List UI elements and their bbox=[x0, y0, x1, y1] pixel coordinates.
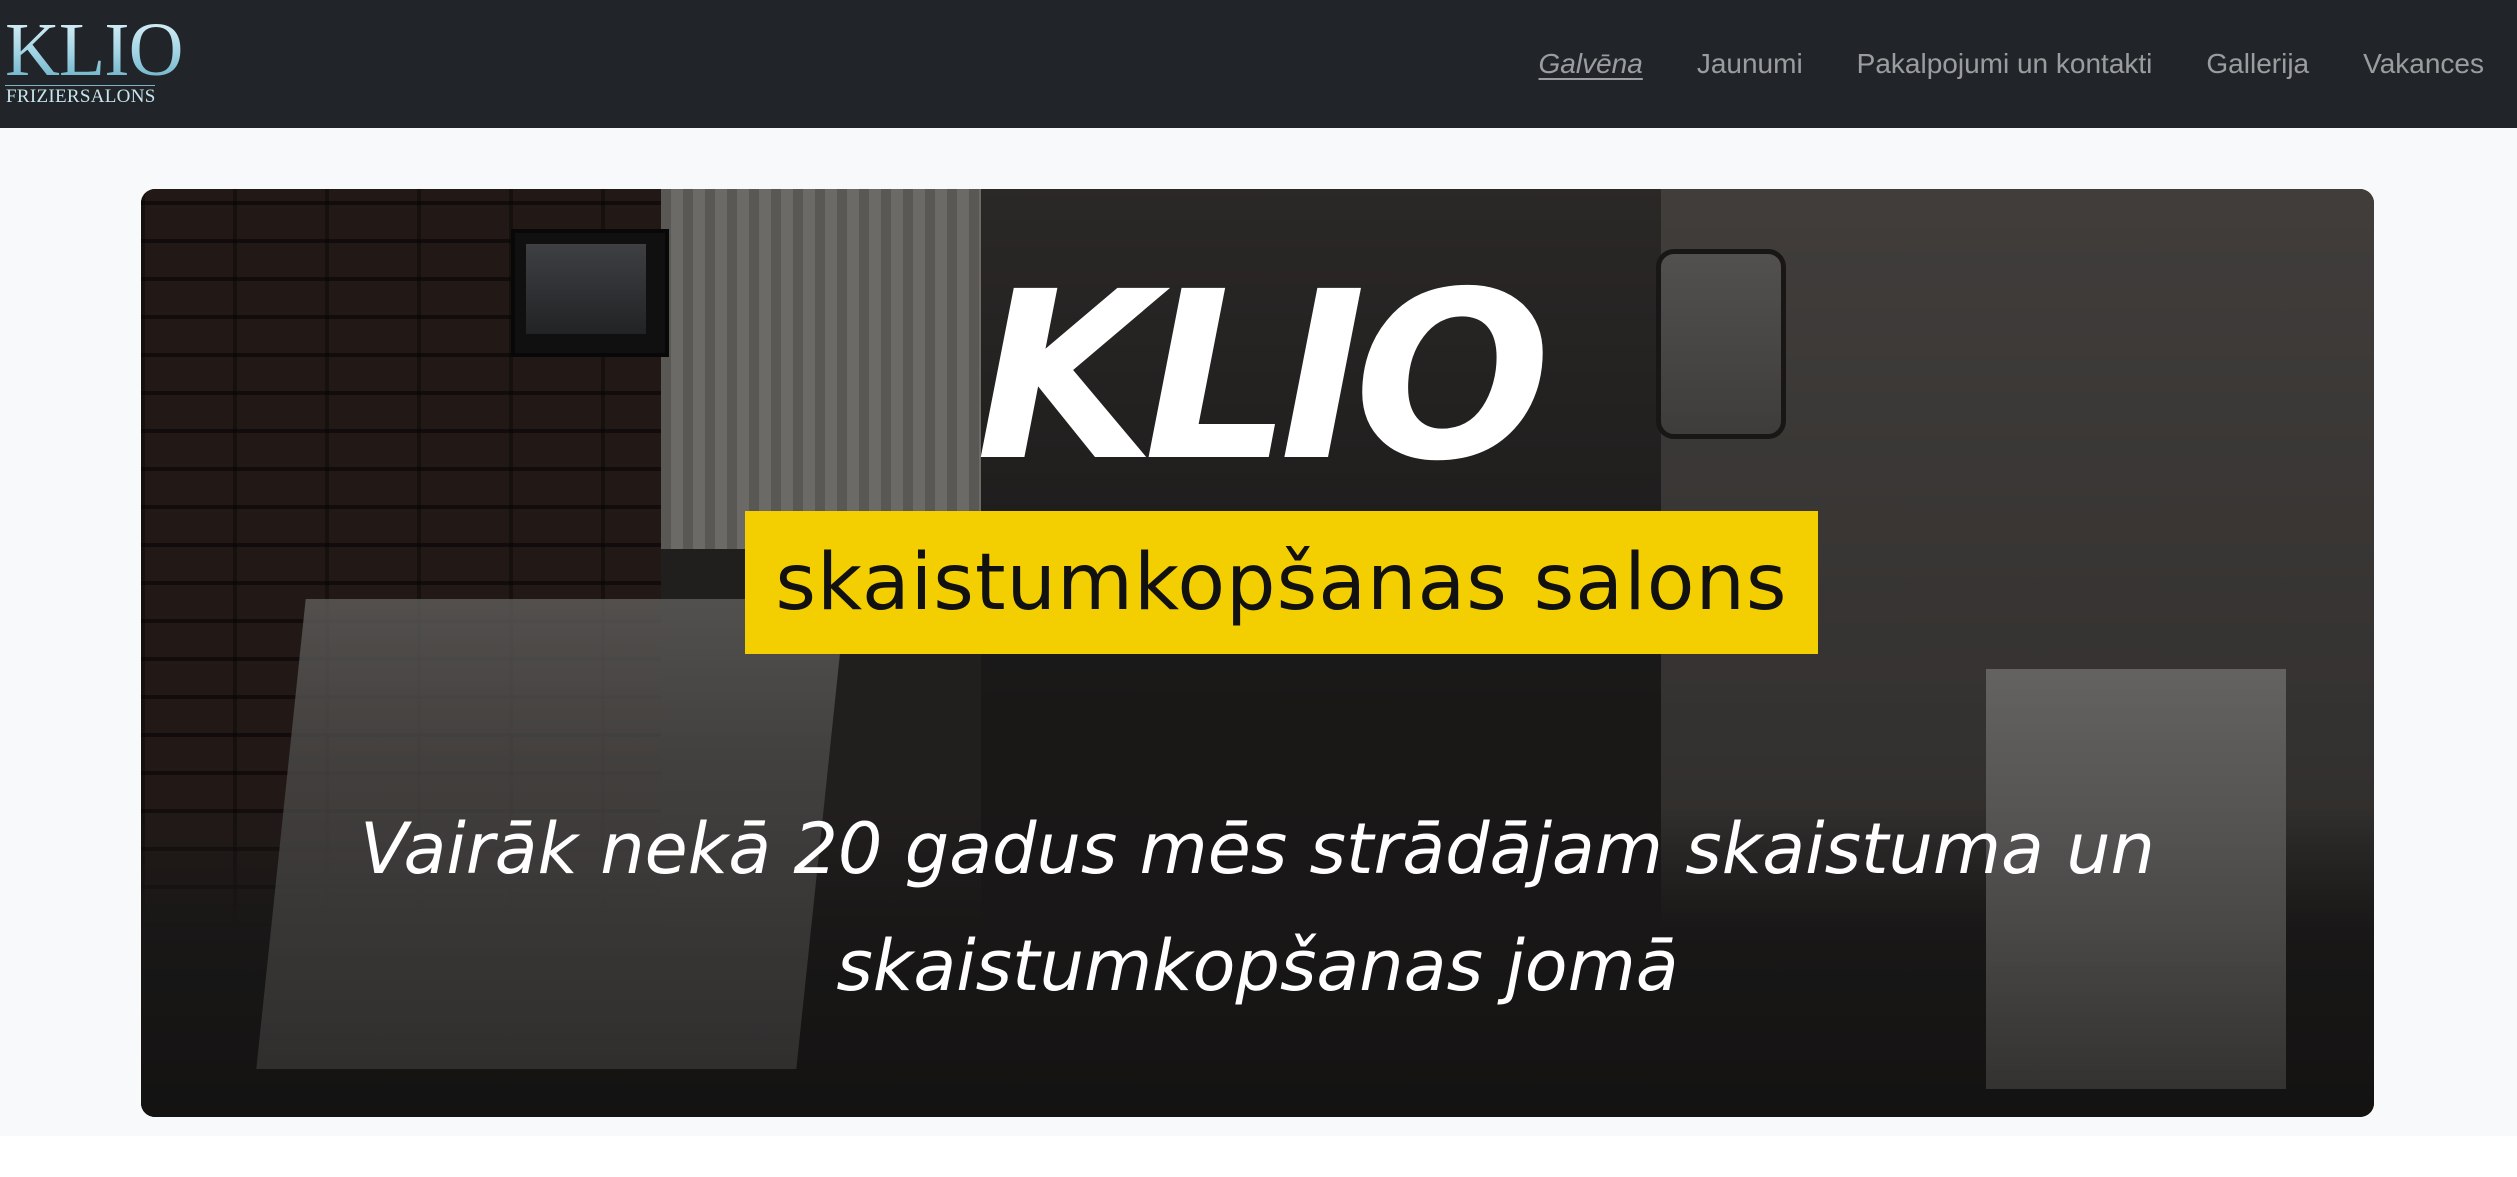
nav-item-gallerija: Gallerija bbox=[2206, 48, 2309, 80]
main-nav: Galvēna Jaunumi Pakalpojumi un kontakti … bbox=[1539, 0, 2484, 128]
nav-link-jaunumi[interactable]: Jaunumi bbox=[1697, 48, 1803, 79]
nav-link-gallerija[interactable]: Gallerija bbox=[2206, 48, 2309, 79]
main-content: KLIO skaistumkopšanas salons Vairāk nekā… bbox=[0, 128, 2517, 1136]
top-navbar: KLIO FRIZIERSALONS Galvēna Jaunumi Pakal… bbox=[0, 0, 2517, 128]
hero-banner: KLIO skaistumkopšanas salons Vairāk nekā… bbox=[141, 189, 2374, 1117]
nav-link-vakances[interactable]: Vakances bbox=[2363, 48, 2484, 79]
hero-title: KLIO bbox=[975, 242, 1551, 512]
brand-logo-wordmark: KLIO bbox=[5, 8, 184, 92]
nav-link-galvena[interactable]: Galvēna bbox=[1539, 48, 1643, 79]
hero-tagline: Vairāk nekā 20 gadus mēs strādājam skais… bbox=[360, 808, 2155, 1007]
hero-badge-text: skaistumkopšanas salons bbox=[775, 537, 1788, 628]
nav-item-galvena: Galvēna bbox=[1539, 48, 1643, 80]
nav-item-pakalpojumi: Pakalpojumi un kontakti bbox=[1857, 48, 2153, 80]
nav-item-jaunumi: Jaunumi bbox=[1697, 48, 1803, 80]
page-below-fold bbox=[0, 1136, 2517, 1177]
nav-link-pakalpojumi[interactable]: Pakalpojumi un kontakti bbox=[1857, 48, 2153, 79]
brand-logo-subtitle: FRIZIERSALONS bbox=[6, 86, 156, 107]
nav-item-vakances: Vakances bbox=[2363, 48, 2484, 80]
hero-badge: skaistumkopšanas salons bbox=[745, 511, 1818, 654]
brand-logo[interactable]: KLIO FRIZIERSALONS bbox=[5, 10, 184, 110]
